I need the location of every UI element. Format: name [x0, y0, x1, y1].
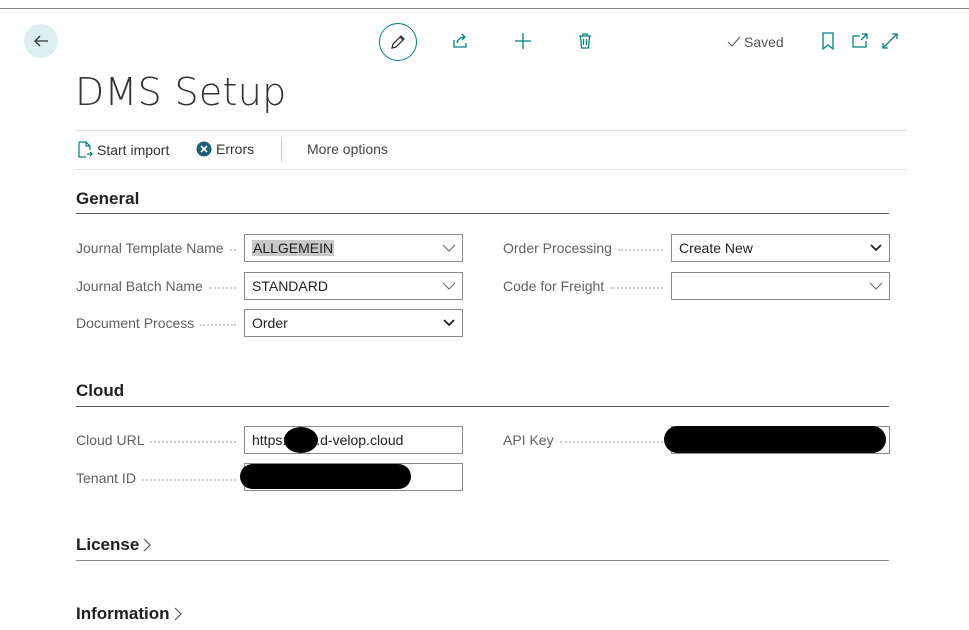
document-process-value: Order — [252, 315, 288, 331]
api-key-label: API Key — [503, 432, 671, 448]
import-document-icon — [78, 141, 93, 158]
journal-template-name-label: Journal Template Name — [76, 240, 244, 256]
order-processing-value: Create New — [679, 240, 753, 256]
journal-batch-name-value: STANDARD — [252, 278, 328, 294]
redaction-mark — [284, 427, 318, 453]
journal-batch-name-field[interactable]: STANDARD — [244, 272, 463, 300]
chevron-right-icon — [143, 538, 152, 552]
chevron-down-icon[interactable] — [436, 282, 462, 290]
expand-button[interactable] — [880, 31, 900, 51]
bookmark-button[interactable] — [818, 31, 838, 51]
chevron-down-icon[interactable] — [863, 282, 889, 290]
chevron-right-icon — [174, 607, 182, 621]
window-top-border — [0, 8, 969, 9]
pencil-icon — [391, 35, 405, 49]
select-caret-icon[interactable] — [863, 244, 889, 252]
code-for-freight-label: Code for Freight — [503, 278, 671, 294]
back-button[interactable] — [24, 24, 58, 58]
more-options-action[interactable]: More options — [307, 141, 388, 157]
journal-batch-name-label: Journal Batch Name — [76, 278, 244, 294]
section-divider — [76, 213, 889, 214]
order-processing-select[interactable]: Create New — [671, 234, 890, 262]
journal-template-name-field[interactable]: ALLGEMEIN — [244, 234, 463, 262]
plus-icon — [515, 33, 531, 49]
select-caret-icon[interactable] — [436, 319, 462, 327]
section-cloud-title[interactable]: Cloud — [76, 381, 124, 401]
action-bar-divider-bottom — [75, 169, 907, 170]
code-for-freight-field[interactable] — [671, 272, 890, 300]
checkmark-icon — [727, 36, 741, 47]
cloud-url-label: Cloud URL — [76, 432, 244, 448]
page-title: DMS Setup — [75, 70, 287, 114]
section-general-title[interactable]: General — [76, 189, 139, 209]
order-processing-label: Order Processing — [503, 240, 671, 256]
section-divider — [76, 560, 889, 561]
saved-status: Saved — [727, 34, 784, 50]
section-divider — [76, 406, 889, 407]
expand-icon — [882, 33, 898, 49]
share-icon — [453, 33, 467, 48]
open-new-window-button[interactable] — [850, 31, 870, 51]
chevron-down-icon[interactable] — [436, 244, 462, 252]
action-separator — [281, 138, 282, 162]
more-options-label: More options — [307, 141, 388, 157]
errors-action[interactable]: Errors — [196, 141, 254, 157]
add-button[interactable] — [512, 30, 534, 52]
error-circle-icon — [196, 141, 212, 157]
share-button[interactable] — [449, 30, 471, 52]
trash-icon — [579, 33, 591, 49]
bookmark-icon — [822, 32, 834, 50]
cloud-url-field[interactable]: https: .d-velop.cloud — [244, 426, 463, 454]
start-import-label: Start import — [97, 141, 170, 158]
section-information-title[interactable]: Information — [76, 604, 183, 624]
open-new-window-icon — [852, 33, 868, 48]
redaction-mark — [664, 426, 886, 453]
delete-button[interactable] — [574, 30, 596, 52]
start-import-action[interactable]: Start import — [77, 141, 169, 158]
document-process-select[interactable]: Order — [244, 309, 463, 337]
action-bar-divider — [75, 130, 907, 131]
redaction-mark — [240, 464, 411, 489]
errors-label: Errors — [216, 141, 255, 157]
section-license-title[interactable]: License — [76, 535, 152, 555]
journal-template-name-value: ALLGEMEIN — [252, 240, 335, 256]
back-arrow-icon — [34, 35, 48, 47]
edit-button[interactable] — [379, 23, 417, 61]
document-process-label: Document Process — [76, 315, 244, 331]
tenant-id-label: Tenant ID — [76, 470, 244, 486]
saved-label: Saved — [744, 34, 784, 50]
